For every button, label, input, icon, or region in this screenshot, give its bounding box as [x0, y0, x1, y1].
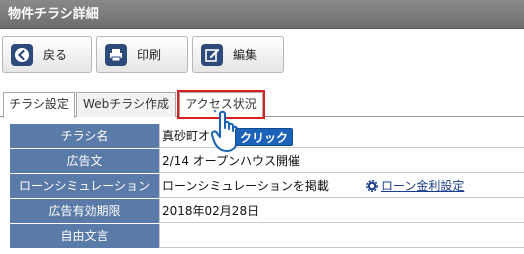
gear-icon — [366, 180, 378, 192]
edit-label: 編集 — [233, 48, 258, 62]
table-row: 広告有効期限 2018年02月28日 — [10, 199, 524, 223]
loan-rate-settings-link[interactable]: ローン金利設定 — [381, 174, 464, 198]
table-row: 広告文 2/14 オープンハウス開催 — [10, 149, 524, 173]
arrow-left-icon — [11, 43, 33, 66]
printer-icon — [105, 43, 127, 66]
click-annotation: クリック — [235, 128, 293, 146]
row-label: チラシ名 — [10, 124, 160, 148]
table-row: 自由文言 — [10, 224, 524, 248]
print-button[interactable]: 印刷 — [96, 36, 188, 73]
tab-flyer-settings[interactable]: チラシ設定 — [3, 92, 75, 118]
edit-icon — [201, 43, 223, 66]
row-label: 自由文言 — [10, 224, 160, 248]
tab-bar: チラシ設定 Webチラシ作成 アクセス状況 — [0, 90, 524, 119]
edit-button[interactable]: 編集 — [192, 36, 284, 73]
row-label: ローンシミュレーション — [10, 174, 160, 198]
window-title: 物件チラシ詳細 — [0, 0, 524, 29]
row-label: 広告有効期限 — [10, 199, 160, 223]
print-label: 印刷 — [137, 48, 162, 62]
back-label: 戻る — [43, 48, 68, 62]
table-row: ローンシミュレーション ローンシミュレーションを掲載 ローン金利設定 — [10, 174, 524, 198]
row-value: 真砂町オ — [162, 129, 211, 143]
back-button[interactable]: 戻る — [2, 36, 92, 73]
tab-web-flyer[interactable]: Webチラシ作成 — [76, 92, 176, 117]
toolbar: 戻る 印刷 編集 — [0, 33, 524, 77]
row-label: 広告文 — [10, 149, 160, 173]
row-value: ローンシミュレーションを掲載 — [162, 179, 329, 193]
row-value: 2018年02月28日 — [162, 204, 260, 218]
